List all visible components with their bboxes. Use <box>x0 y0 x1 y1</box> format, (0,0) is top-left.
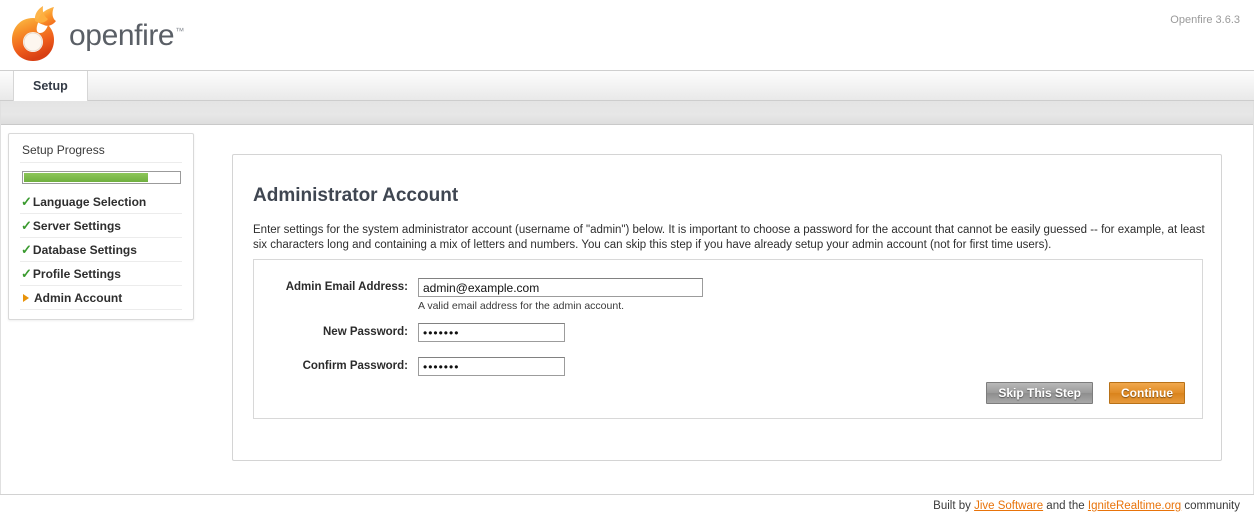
page-title: Administrator Account <box>253 185 459 206</box>
sidebar-item-admin-account[interactable]: Admin Account <box>20 286 182 310</box>
version-label: Openfire 3.6.3 <box>1170 14 1240 26</box>
admin-email-label: Admin Email Address: <box>285 281 408 293</box>
brand-name: openfire™ <box>69 19 185 52</box>
check-icon: ✓ <box>21 242 32 257</box>
tab-bar: Setup <box>0 71 1254 101</box>
page-left-edge <box>0 101 1 495</box>
sidebar-item-label: Admin Account <box>34 290 123 305</box>
jive-software-link[interactable]: Jive Software <box>974 500 1043 512</box>
tab-setup[interactable]: Setup <box>13 71 88 101</box>
sidebar-title: Setup Progress <box>20 141 182 163</box>
skip-this-step-button[interactable]: Skip This Step <box>986 382 1093 404</box>
sidebar-item-label: Database Settings <box>32 242 137 257</box>
footer-divider <box>0 494 1254 495</box>
openfire-flame-logo-icon <box>12 6 56 61</box>
footer: Built by Jive Software and the IgniteRea… <box>933 500 1240 512</box>
form-row-email: Admin Email Address: A valid email addre… <box>268 278 703 312</box>
footer-suffix: community <box>1181 500 1240 512</box>
admin-email-input[interactable] <box>418 278 703 297</box>
check-icon: ✓ <box>21 266 32 281</box>
continue-button[interactable]: Continue <box>1109 382 1185 404</box>
check-icon: ✓ <box>21 218 32 233</box>
sidebar-item-profile-settings[interactable]: ✓ Profile Settings <box>20 262 182 286</box>
new-password-label: New Password: <box>323 326 408 338</box>
sidebar-item-label: Server Settings <box>32 218 121 233</box>
new-password-input[interactable] <box>418 323 565 342</box>
check-icon: ✓ <box>21 194 32 209</box>
trademark-symbol: ™ <box>175 26 185 36</box>
page-description: Enter settings for the system administra… <box>253 224 1205 251</box>
footer-prefix: Built by <box>933 500 975 512</box>
main-content-panel: Administrator Account Enter settings for… <box>232 154 1222 461</box>
sidebar-item-language-selection[interactable]: ✓ Language Selection <box>20 190 182 214</box>
footer-middle: and the <box>1043 500 1088 512</box>
admin-account-form: Admin Email Address: A valid email addre… <box>253 259 1203 419</box>
page-header: openfire™ Openfire 3.6.3 <box>0 0 1254 71</box>
form-row-confirm-password: Confirm Password: <box>268 357 565 376</box>
brand-logo[interactable]: openfire™ <box>9 6 184 62</box>
setup-progress-bar <box>22 171 181 184</box>
confirm-password-label: Confirm Password: <box>302 360 408 372</box>
igniterealtime-link[interactable]: IgniteRealtime.org <box>1088 500 1181 512</box>
sidebar-item-database-settings[interactable]: ✓ Database Settings <box>20 238 182 262</box>
confirm-password-input[interactable] <box>418 357 565 376</box>
sidebar-item-server-settings[interactable]: ✓ Server Settings <box>20 214 182 238</box>
secondary-toolbar <box>0 101 1254 125</box>
setup-progress-sidebar: Setup Progress ✓ Language Selection ✓ Se… <box>8 133 194 320</box>
openfire-setup-page: openfire™ Openfire 3.6.3 Setup Setup Pro… <box>0 0 1254 522</box>
sidebar-item-label: Profile Settings <box>32 266 121 281</box>
arrow-right-icon <box>23 293 29 302</box>
setup-progress-fill <box>24 173 148 182</box>
form-actions: Skip This Step Continue <box>986 382 1185 404</box>
form-row-new-password: New Password: <box>268 323 565 342</box>
sidebar-item-label: Language Selection <box>32 194 147 209</box>
admin-email-help: A valid email address for the admin acco… <box>418 300 625 312</box>
